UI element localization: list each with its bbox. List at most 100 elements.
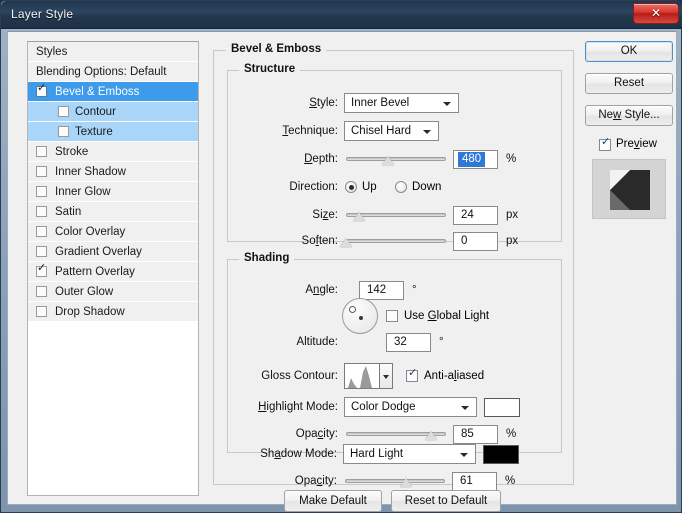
highlight-mode-label: Highlight Mode: bbox=[258, 401, 338, 413]
depth-row: Depth: 480 % bbox=[228, 149, 561, 169]
preview-label: Preview bbox=[616, 138, 657, 150]
checkbox-gradient-overlay[interactable] bbox=[36, 246, 47, 257]
soften-unit: px bbox=[506, 235, 519, 247]
close-icon[interactable]: ✕ bbox=[633, 3, 679, 24]
preview-toggle[interactable]: Preview bbox=[585, 136, 673, 155]
soften-value: 0 bbox=[461, 235, 468, 247]
styles-list[interactable]: Styles Blending Options: Default Bevel &… bbox=[27, 41, 199, 496]
sidebar-item-bevel-emboss[interactable]: Bevel & Emboss bbox=[28, 82, 198, 102]
use-global-light-label: Use Global Light bbox=[404, 310, 490, 322]
gloss-contour-row: Gloss Contour: Anti-aliased bbox=[228, 363, 561, 389]
styles-list-header: Styles bbox=[28, 42, 198, 62]
direction-up-label: Up bbox=[362, 181, 377, 193]
highlight-color-swatch[interactable] bbox=[484, 398, 520, 417]
sidebar-item-gradient-overlay[interactable]: Gradient Overlay bbox=[28, 242, 198, 262]
checkbox-outer-glow[interactable] bbox=[36, 286, 47, 297]
highlight-opacity-slider-thumb[interactable] bbox=[425, 431, 437, 440]
style-select[interactable]: Inner Bevel bbox=[344, 93, 459, 113]
sidebar-item-label: Inner Shadow bbox=[55, 166, 126, 178]
checkbox-texture[interactable] bbox=[58, 126, 69, 137]
size-slider[interactable] bbox=[346, 205, 446, 225]
highlight-opacity-slider[interactable] bbox=[346, 424, 446, 444]
angle-row: Angle: 142 ° bbox=[228, 280, 561, 300]
checkbox-satin[interactable] bbox=[36, 206, 47, 217]
checkbox-anti-aliased[interactable] bbox=[406, 367, 418, 382]
sidebar-item-drop-shadow[interactable]: Drop Shadow bbox=[28, 302, 198, 322]
technique-row: Technique: Chisel Hard bbox=[228, 121, 561, 141]
sidebar-item-contour[interactable]: Contour bbox=[28, 102, 198, 122]
sidebar-item-label: Texture bbox=[75, 126, 113, 138]
shading-group: Shading Angle: 142 ° Use Global Light Al… bbox=[227, 252, 562, 453]
checkbox-preview[interactable] bbox=[599, 136, 611, 151]
checkbox-inner-shadow[interactable] bbox=[36, 166, 47, 177]
sidebar-item-label: Contour bbox=[75, 106, 116, 118]
angle-input[interactable]: 142 bbox=[359, 281, 404, 300]
sidebar-item-label: Bevel & Emboss bbox=[55, 86, 140, 98]
sidebar-item-blending-options[interactable]: Blending Options: Default bbox=[28, 62, 198, 82]
shadow-opacity-input[interactable]: 61 bbox=[452, 472, 497, 491]
checkbox-stroke[interactable] bbox=[36, 146, 47, 157]
make-default-button[interactable]: Make Default bbox=[284, 490, 382, 512]
sidebar-item-inner-glow[interactable]: Inner Glow bbox=[28, 182, 198, 202]
title-bar[interactable]: Layer Style ✕ bbox=[1, 1, 682, 29]
size-slider-thumb[interactable] bbox=[353, 212, 365, 221]
sidebar-item-outer-glow[interactable]: Outer Glow bbox=[28, 282, 198, 302]
checkbox-bevel-emboss[interactable] bbox=[36, 83, 47, 97]
depth-slider-track bbox=[346, 157, 446, 161]
checkbox-use-global-light[interactable] bbox=[386, 310, 398, 322]
angle-unit: ° bbox=[412, 284, 417, 296]
sidebar-item-pattern-overlay[interactable]: Pattern Overlay bbox=[28, 262, 198, 282]
soften-input[interactable]: 0 bbox=[453, 232, 498, 251]
depth-slider[interactable] bbox=[346, 149, 446, 169]
shadow-opacity-unit: % bbox=[505, 475, 516, 487]
sidebar-item-label: Satin bbox=[55, 206, 82, 218]
sidebar-item-color-overlay[interactable]: Color Overlay bbox=[28, 222, 198, 242]
shadow-opacity-slider-thumb[interactable] bbox=[400, 478, 412, 487]
checkbox-drop-shadow[interactable] bbox=[36, 306, 47, 317]
sidebar-item-satin[interactable]: Satin bbox=[28, 202, 198, 222]
sidebar-item-stroke[interactable]: Stroke bbox=[28, 142, 198, 162]
depth-label: Depth: bbox=[304, 153, 338, 165]
shadow-color-swatch[interactable] bbox=[483, 445, 519, 464]
checkbox-inner-glow[interactable] bbox=[36, 186, 47, 197]
checkbox-pattern-overlay[interactable] bbox=[36, 263, 47, 277]
technique-select[interactable]: Chisel Hard bbox=[344, 121, 439, 141]
reset-to-default-button[interactable]: Reset to Default bbox=[391, 490, 501, 512]
checkbox-color-overlay[interactable] bbox=[36, 226, 47, 237]
reset-button[interactable]: Reset bbox=[585, 73, 673, 94]
angle-label: Angle: bbox=[305, 284, 338, 296]
sidebar-item-texture[interactable]: Texture bbox=[28, 122, 198, 142]
sidebar-item-inner-shadow[interactable]: Inner Shadow bbox=[28, 162, 198, 182]
gloss-contour-dropdown[interactable] bbox=[380, 363, 393, 389]
altitude-input[interactable]: 32 bbox=[386, 333, 431, 352]
soften-slider[interactable] bbox=[340, 231, 446, 251]
gloss-contour-thumbnail[interactable] bbox=[344, 363, 380, 389]
highlight-opacity-label: Opacity: bbox=[295, 428, 338, 440]
depth-slider-thumb[interactable] bbox=[382, 156, 394, 165]
highlight-opacity-row: Opacity: 85 % bbox=[228, 424, 561, 444]
highlight-opacity-input[interactable]: 85 bbox=[453, 425, 498, 444]
altitude-unit: ° bbox=[439, 336, 444, 348]
soften-slider-thumb[interactable] bbox=[340, 238, 352, 247]
right-button-panel: OK Reset New Style... Preview bbox=[585, 41, 673, 219]
highlight-opacity-value: 85 bbox=[461, 428, 474, 440]
highlight-mode-select[interactable]: Color Dodge bbox=[344, 397, 477, 417]
shadow-mode-select[interactable]: Hard Light bbox=[343, 444, 476, 464]
shadow-mode-value: Hard Light bbox=[350, 448, 404, 460]
depth-input[interactable]: 480 bbox=[453, 150, 498, 169]
shadow-opacity-slider[interactable] bbox=[345, 471, 445, 491]
checkbox-contour[interactable] bbox=[58, 106, 69, 117]
radio-direction-up[interactable] bbox=[345, 181, 357, 193]
technique-label: Technique: bbox=[282, 125, 338, 137]
shadow-opacity-row: Opacity: 61 % bbox=[227, 471, 562, 491]
ok-button[interactable]: OK bbox=[585, 41, 673, 62]
highlight-opacity-unit: % bbox=[506, 428, 517, 440]
size-unit: px bbox=[506, 209, 519, 221]
radio-direction-down[interactable] bbox=[395, 181, 407, 193]
size-input[interactable]: 24 bbox=[453, 206, 498, 225]
shadow-opacity-slider-track bbox=[345, 479, 445, 483]
shadow-mode-row: Shadow Mode: Hard Light bbox=[227, 444, 562, 464]
chevron-down-icon bbox=[383, 375, 389, 379]
new-style-button[interactable]: New Style... bbox=[585, 105, 673, 126]
anti-aliased-label: Anti-aliased bbox=[424, 370, 485, 382]
